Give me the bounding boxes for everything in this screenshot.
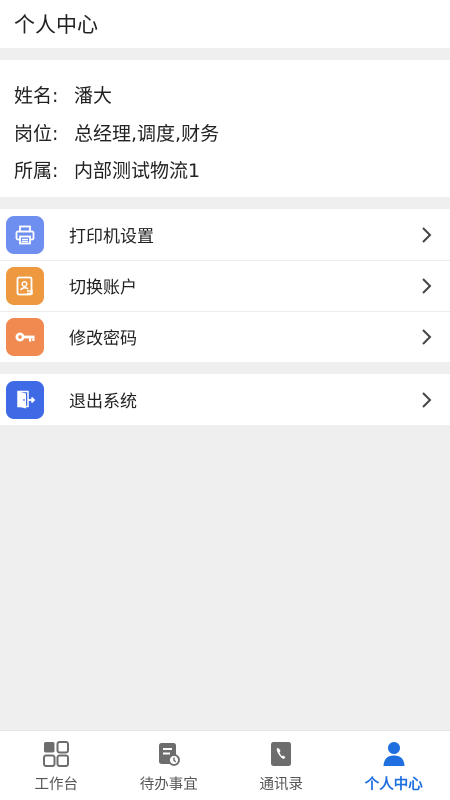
profile-info-panel: 姓名: 潘大 岗位: 总经理,调度,财务 所属: 内部测试物流1 <box>0 60 450 197</box>
chevron-right-icon <box>416 276 436 296</box>
todo-list-icon <box>155 740 183 768</box>
menu-item-printer-settings[interactable]: 打印机设置 <box>0 209 450 260</box>
bottom-tab-bar: 工作台 待办事宜 通讯录 个人中心 <box>0 730 450 800</box>
name-label: 姓名: <box>14 85 59 108</box>
name-value: 潘大 <box>74 85 113 108</box>
org-value: 内部测试物流1 <box>74 160 201 183</box>
tab-label: 通讯录 <box>259 777 304 793</box>
tab-workbench[interactable]: 工作台 <box>0 731 113 800</box>
menu-item-label: 退出系统 <box>69 392 137 412</box>
menu-item-label: 修改密码 <box>69 329 137 349</box>
logout-menu: 退出系统 <box>0 374 450 425</box>
logout-door-icon <box>6 380 44 419</box>
settings-menu: 打印机设置 切换账户 修改密码 <box>0 209 450 362</box>
profile-role-row: 岗位: 总经理,调度,财务 <box>14 114 436 152</box>
profile-org-row: 所属: 内部测试物流1 <box>14 151 436 189</box>
menu-item-label: 打印机设置 <box>69 227 154 247</box>
contacts-phone-icon <box>267 740 295 768</box>
person-icon <box>380 740 408 768</box>
tab-label: 待办事宜 <box>139 777 198 793</box>
role-value: 总经理,调度,财务 <box>74 122 220 145</box>
role-label: 岗位: <box>14 122 59 145</box>
menu-item-switch-account[interactable]: 切换账户 <box>0 260 450 311</box>
printer-icon <box>6 215 44 254</box>
tab-todo[interactable]: 待办事宜 <box>113 731 226 800</box>
profile-name-row: 姓名: 潘大 <box>14 76 436 114</box>
org-label: 所属: <box>14 160 59 183</box>
menu-item-label: 切换账户 <box>69 278 137 298</box>
chevron-right-icon <box>416 225 436 245</box>
tab-label: 个人中心 <box>364 777 423 793</box>
grid-icon <box>42 740 70 768</box>
tab-contacts[interactable]: 通讯录 <box>225 731 338 800</box>
switch-account-icon <box>6 266 44 305</box>
chevron-right-icon <box>416 327 436 347</box>
tab-profile[interactable]: 个人中心 <box>338 731 450 800</box>
menu-item-change-password[interactable]: 修改密码 <box>0 311 450 362</box>
key-icon <box>6 317 44 356</box>
page-title: 个人中心 <box>14 13 98 37</box>
menu-item-logout[interactable]: 退出系统 <box>0 374 450 425</box>
chevron-right-icon <box>416 390 436 410</box>
tab-label: 工作台 <box>34 777 79 793</box>
app-header: 个人中心 <box>0 0 450 48</box>
